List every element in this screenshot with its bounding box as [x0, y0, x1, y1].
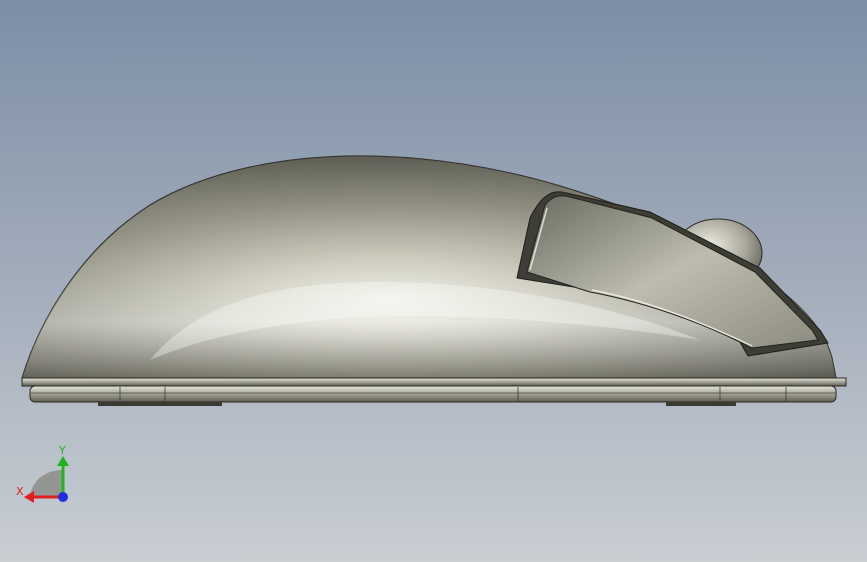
model-scene[interactable]: Y X — [0, 0, 867, 562]
foot-pad-left — [98, 402, 222, 406]
x-axis-label: X — [16, 485, 24, 498]
y-axis-label: Y — [58, 444, 66, 457]
base-rim — [29, 385, 837, 403]
z-axis-point — [58, 492, 68, 502]
base-plate — [21, 377, 847, 387]
foot-pad-right — [666, 402, 736, 406]
graphics-viewport[interactable]: Y X — [0, 0, 867, 562]
